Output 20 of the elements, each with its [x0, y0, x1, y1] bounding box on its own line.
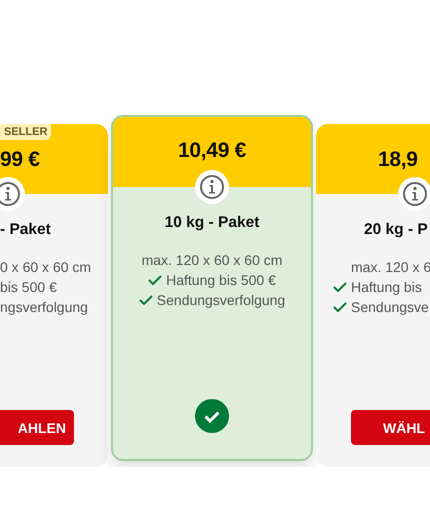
product-title: 10 kg - Paket	[164, 214, 260, 232]
price: 10,49 €	[177, 139, 247, 163]
feature-text: ngsverfolgung	[0, 299, 88, 315]
info-icon[interactable]	[195, 170, 229, 204]
product-title: 20 kg - P	[363, 221, 429, 239]
feature-text: bis 500 €	[0, 279, 57, 295]
select-button[interactable]: WÄHL	[351, 410, 430, 445]
product-title: - Paket	[0, 221, 52, 239]
feature-text: Sendungsve	[351, 299, 429, 315]
info-icon[interactable]	[398, 177, 430, 211]
feature-text: Haftung bis	[351, 279, 422, 295]
select-button[interactable]: AHLEN	[0, 410, 74, 445]
feature-text: Haftung bis 500 €	[166, 272, 276, 288]
feature-text: Sendungsverfolgung	[156, 292, 286, 308]
bestseller-badge: SELLER	[0, 124, 52, 140]
feature-text: 0 x 60 x 60 cm	[0, 259, 92, 275]
price: 99 €	[0, 148, 41, 172]
feature-text: max. 120 x 60 x 60 cm	[142, 252, 282, 268]
price: 18,9	[377, 148, 419, 172]
info-icon[interactable]	[0, 177, 25, 211]
